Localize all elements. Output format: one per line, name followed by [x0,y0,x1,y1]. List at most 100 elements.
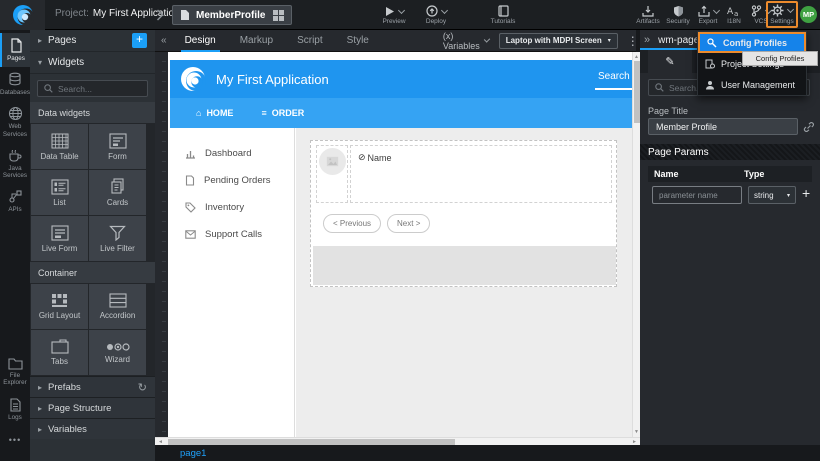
tab-markup[interactable]: Markup [228,30,285,52]
widget-tile-wizard[interactable]: Wizard [89,330,146,375]
scroll-down-icon[interactable]: ▼ [634,429,639,435]
pagination: < Previous Next > [323,214,430,233]
section-page-structure[interactable]: ▸ Page Structure [30,397,155,418]
variables-dropdown[interactable]: (x) Variables [443,31,489,51]
image-cell[interactable] [316,145,348,203]
tab-script[interactable]: Script [285,30,335,52]
grid-icon[interactable] [273,10,284,21]
add-param-button[interactable]: + [802,185,810,201]
export-icon [698,5,710,17]
canvas-vertical-scrollbar[interactable]: ▲ ▼ [632,52,640,437]
top-bar: Project: My First Application MemberProf… [0,0,820,30]
menu-item-config-profiles[interactable]: Config Profiles [698,32,806,53]
scroll-up-icon[interactable]: ▲ [634,54,639,60]
open-page-tab[interactable]: MemberProfile [172,5,292,25]
empty-footer-block[interactable] [313,246,616,285]
gear-icon [771,4,784,17]
section-prefabs[interactable]: ▸ Prefabs ↻ [30,376,155,397]
list-icon [51,179,69,195]
collapse-left-panel-button[interactable]: « [155,35,173,46]
widgets-section-label: Widgets [48,57,84,68]
param-name-input[interactable]: parameter name [652,186,742,204]
search-icon [655,83,664,92]
rail-item-java-services[interactable]: Java Services [0,143,30,184]
caret-right-icon: ▸ [38,425,42,434]
tab-style[interactable]: Style [335,30,381,52]
wavemaker-logo[interactable] [0,0,45,30]
device-selector[interactable]: Laptop with MDPI Screen ▾ [499,33,618,49]
widget-tile-live-form[interactable]: Live Form [31,216,88,261]
file-icon [180,9,190,21]
page-content-area[interactable]: ⊘ Name < Previous Next > [296,128,632,437]
coffee-icon [8,148,23,163]
widget-tile-list[interactable]: List [31,170,88,215]
rail-item-file-explorer[interactable]: File Explorer [0,352,30,391]
nav-item-home[interactable]: ⌂ HOME [196,108,233,118]
rail-item-logs[interactable]: Logs [0,393,30,426]
collapse-right-panel-button[interactable]: » [644,34,650,46]
refresh-icon[interactable]: ↻ [138,381,147,394]
wavemaker-studio: Project: My First Application MemberProf… [0,0,820,461]
download-icon [642,5,654,17]
page-title-input[interactable]: Member Profile [648,118,798,135]
side-nav-support-calls[interactable]: Support Calls [168,221,294,248]
preview-caret-icon[interactable] [398,6,405,13]
project-settings-icon [705,59,715,69]
live-form-icon [51,225,69,241]
rail-item-pages[interactable]: Pages [0,33,30,67]
properties-tab-edit[interactable]: ✎ [648,50,692,73]
widget-search-input[interactable]: Search... [37,80,148,97]
widget-tile-accordion[interactable]: Accordion [89,284,146,329]
database-icon [8,72,22,87]
config-profiles-tooltip: Config Profiles [742,51,818,66]
deploy-button[interactable]: Deploy [416,0,456,30]
side-nav-inventory[interactable]: Inventory [168,194,294,221]
container-widgets-grid: Grid Layout Accordion Tabs [30,283,155,376]
widget-tile-cards[interactable]: Cards [89,170,146,215]
settings-caret-icon[interactable] [787,6,794,13]
menu-item-user-management[interactable]: User Management [698,74,806,95]
widget-tile-grid-layout[interactable]: Grid Layout [31,284,88,329]
widget-tile-tabs[interactable]: Tabs [31,330,88,375]
tab-design[interactable]: Design [173,30,228,52]
add-page-button[interactable]: + [132,33,147,48]
deploy-caret-icon[interactable] [440,6,447,13]
bottom-page-tab[interactable]: page1 [180,448,206,459]
pencil-icon: ✎ [665,55,674,68]
rail-more-button[interactable]: ••• [0,435,30,445]
pages-section-header[interactable]: ▸ Pages + [30,30,155,52]
settings-button[interactable]: Settings [766,1,798,28]
widget-tile-data-table[interactable]: Data Table [31,124,88,169]
user-avatar[interactable]: MP [800,6,817,23]
app-search-link[interactable]: Search [598,71,632,82]
col-name: Name [654,169,744,179]
name-cell[interactable]: ⊘ Name [350,145,612,203]
widget-tile-live-filter[interactable]: Live Filter [89,216,146,261]
side-nav-pending-orders[interactable]: Pending Orders [168,167,294,194]
svg-text:a: a [734,10,738,17]
api-icon [8,189,23,204]
param-type-select[interactable]: string ▾ [748,186,796,204]
previous-button[interactable]: < Previous [323,214,381,233]
list-widget-container[interactable]: ⊘ Name < Previous Next > [310,140,617,287]
rail-item-databases[interactable]: Databases [0,67,30,101]
section-variables[interactable]: ▸ Variables [30,418,155,439]
side-nav-dashboard[interactable]: Dashboard [168,140,294,167]
canvas-ruler [155,52,168,437]
rail-item-web-services[interactable]: Web Services [0,101,30,142]
bind-link-icon[interactable] [803,121,815,133]
design-canvas[interactable]: My First Application Search ⌂ HOME ≡ ORD… [168,52,632,437]
data-widgets-grid: Data Table Form List [30,123,155,262]
app-search-underline [595,88,632,90]
next-button[interactable]: Next > [387,214,430,233]
rail-item-apis[interactable]: APIs [0,184,30,218]
tutorials-button[interactable]: Tutorials [482,0,524,30]
widgets-section-header[interactable]: ▾ Widgets [30,52,155,74]
widget-search-placeholder: Search... [58,84,92,94]
app-header: My First Application Search [170,60,632,98]
canvas-horizontal-scrollbar[interactable]: ◄ ► [155,437,640,445]
widget-tile-form[interactable]: Form [89,124,146,169]
nav-item-order[interactable]: ≡ ORDER [261,108,304,118]
user-icon [705,80,715,90]
preview-button[interactable]: Preview [374,0,414,30]
